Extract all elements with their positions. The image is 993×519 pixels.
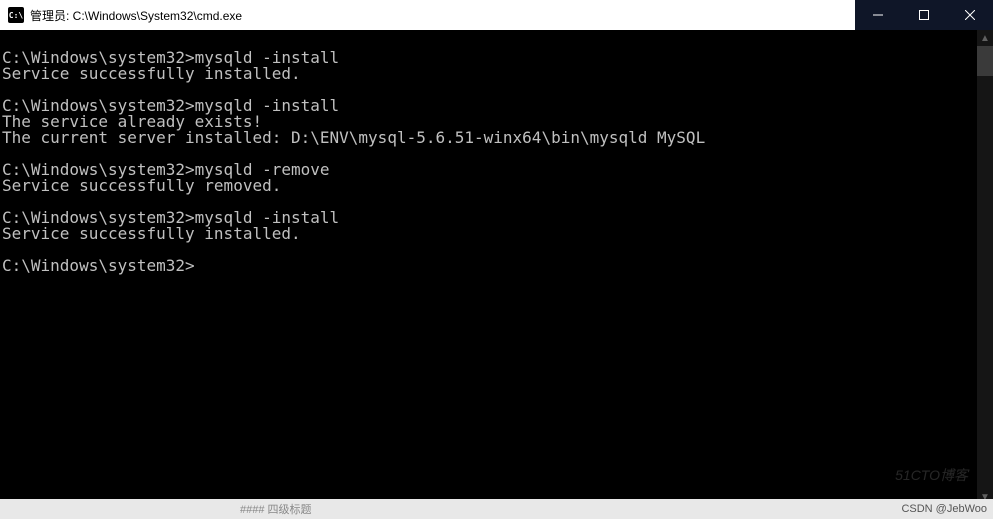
terminal-output[interactable]: C:\Windows\system32>mysqld -install Serv… (0, 30, 977, 505)
bottom-credit: CSDN @JebWoo (901, 503, 987, 515)
watermark: 51CTO博客 (895, 465, 968, 485)
terminal-body: C:\Windows\system32>mysqld -install Serv… (0, 30, 993, 505)
maximize-button[interactable] (901, 0, 947, 30)
window-controls (855, 0, 993, 30)
titlebar[interactable]: C:\ 管理员: C:\Windows\System32\cmd.exe (0, 0, 993, 30)
minimize-button[interactable] (855, 0, 901, 30)
bottom-blur-text: #### 四级标题 (240, 501, 312, 517)
window-title: 管理员: C:\Windows\System32\cmd.exe (30, 7, 855, 24)
minimize-icon (873, 10, 883, 20)
scroll-up-icon[interactable]: ▲ (977, 30, 993, 46)
scroll-thumb[interactable] (977, 46, 993, 76)
bottom-bar: #### 四级标题 CSDN @JebWoo (0, 499, 993, 519)
close-button[interactable] (947, 0, 993, 30)
cmd-window: C:\ 管理员: C:\Windows\System32\cmd.exe C:\… (0, 0, 993, 505)
scrollbar[interactable]: ▲ ▼ (977, 30, 993, 505)
cmd-icon: C:\ (8, 7, 24, 23)
maximize-icon (919, 10, 929, 20)
close-icon (965, 10, 975, 20)
